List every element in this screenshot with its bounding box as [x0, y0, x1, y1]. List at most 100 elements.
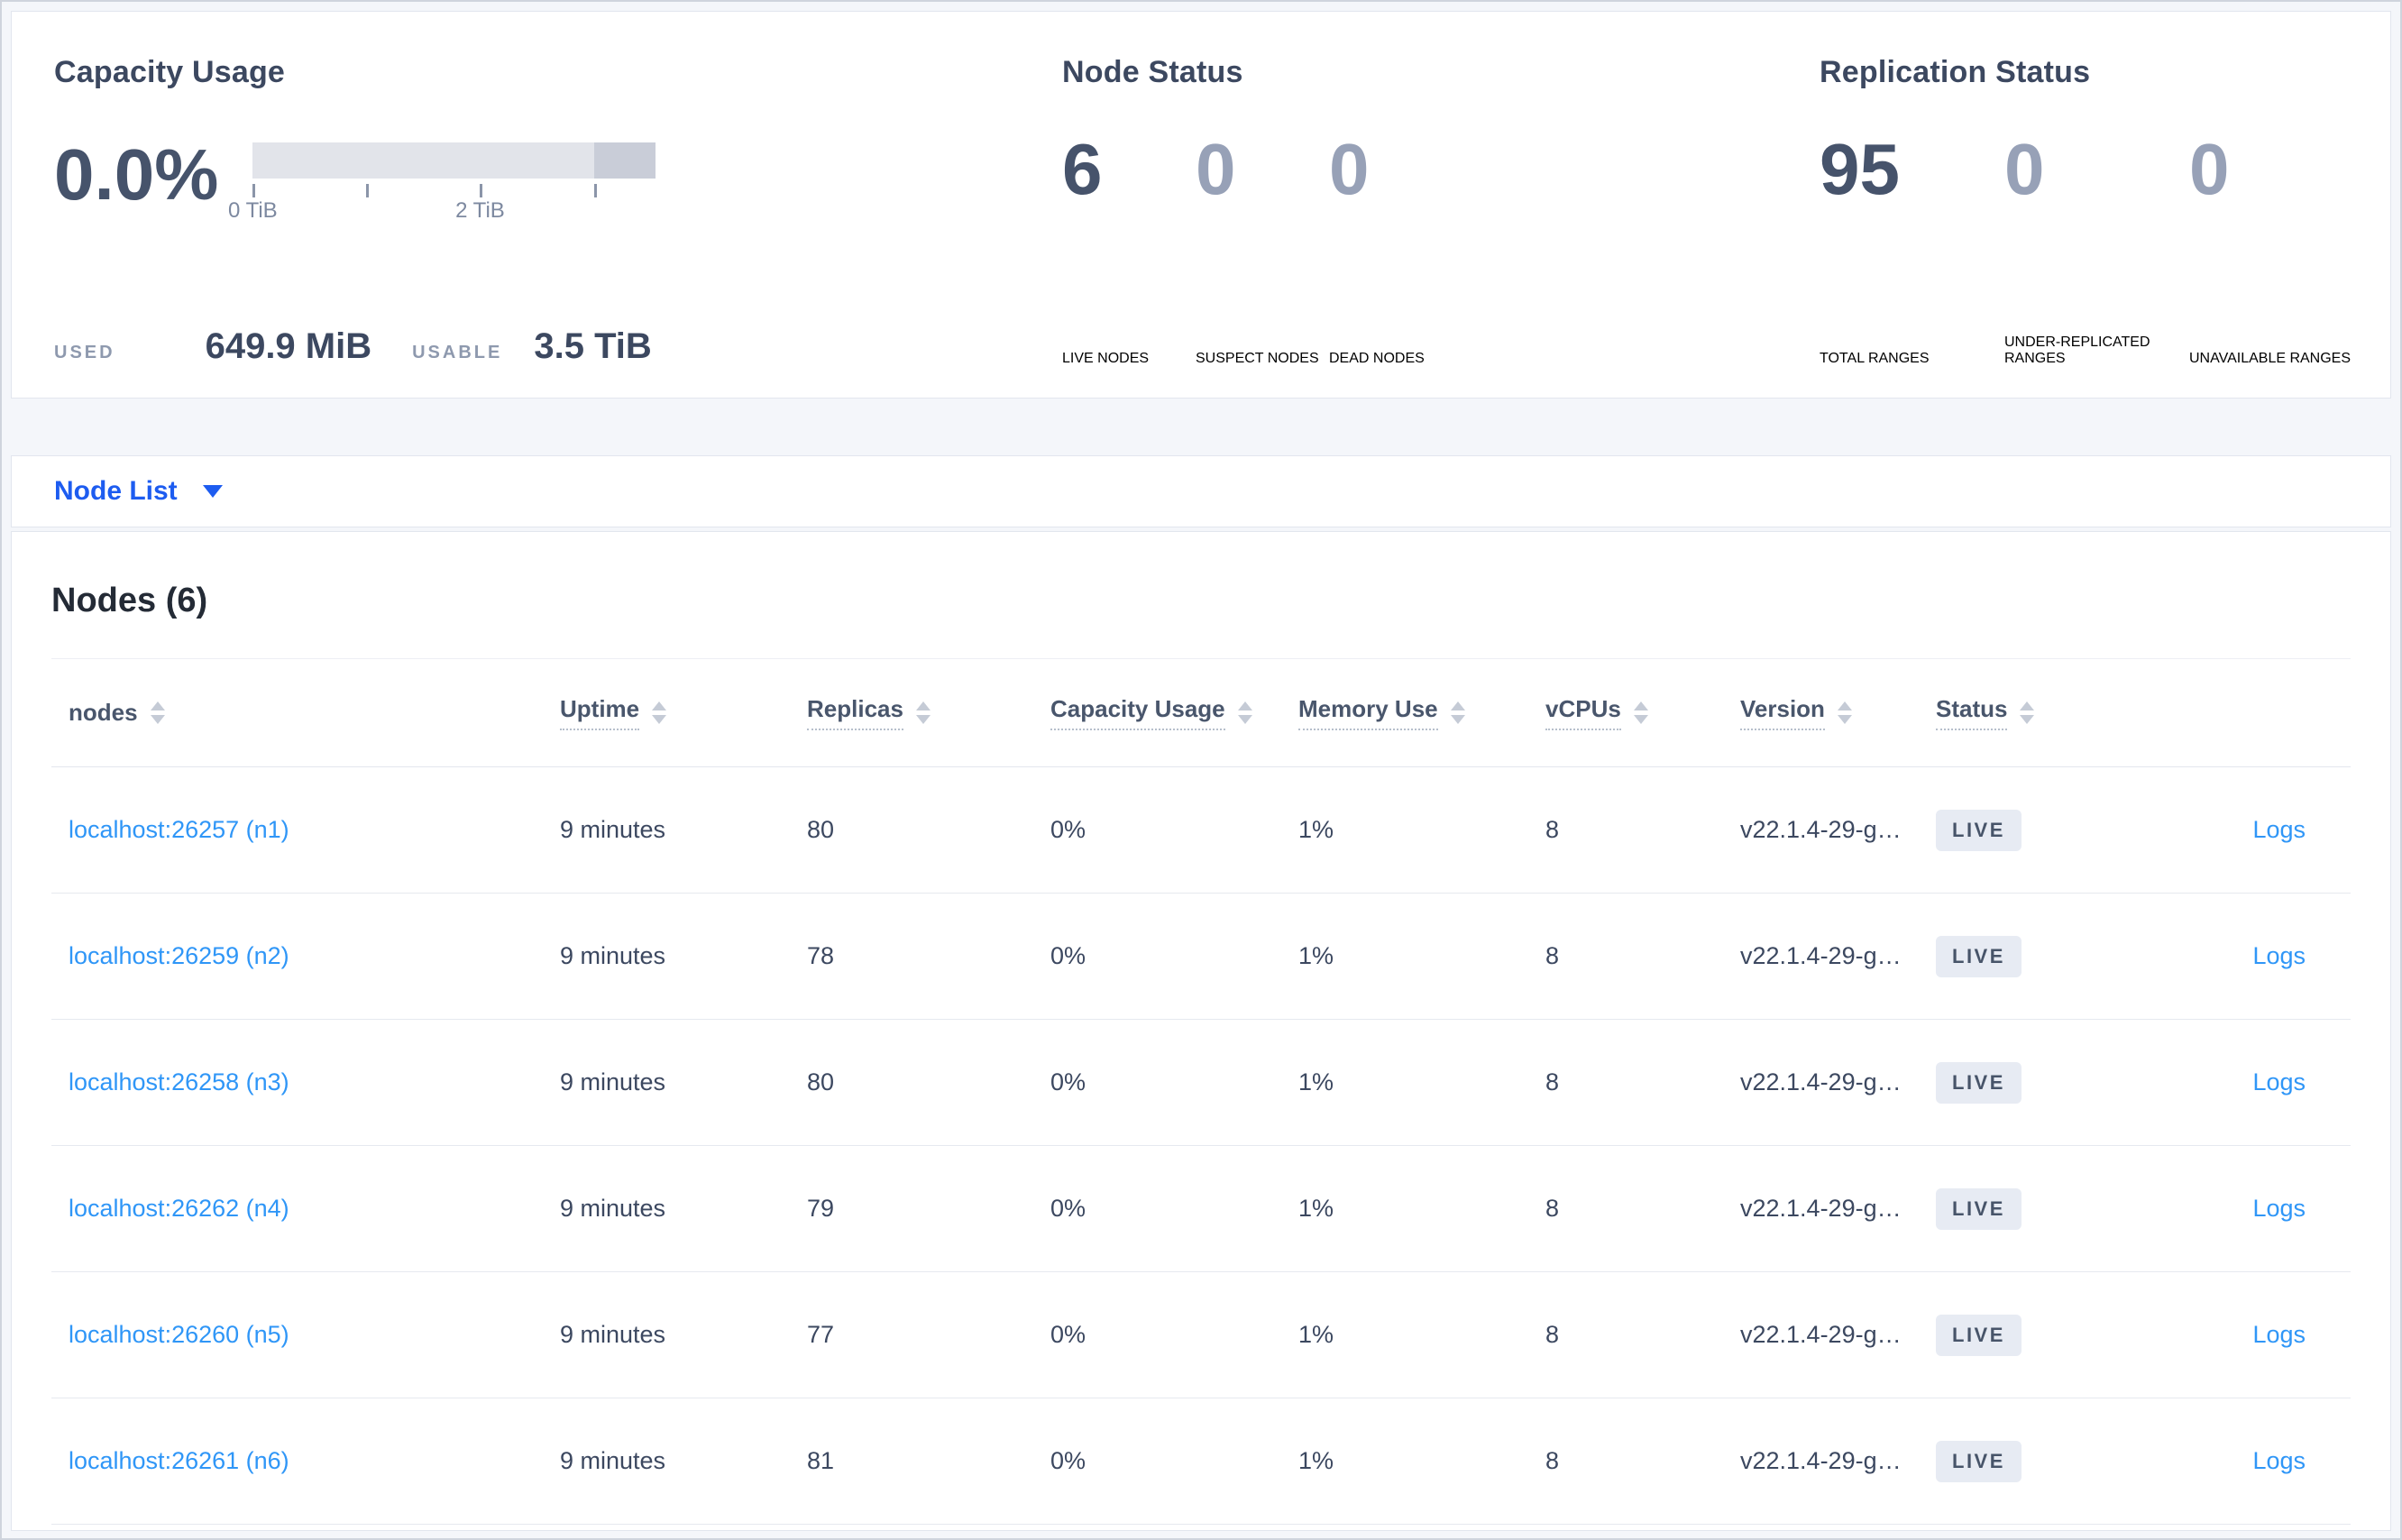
capacity-used-usable: USED 649.9 MiB USABLE 3.5 TiB	[54, 326, 652, 367]
sort-icon[interactable]	[1633, 701, 1648, 724]
suspect-nodes-label: SUSPECT NODES	[1196, 351, 1319, 366]
logs-link[interactable]: Logs	[2252, 1447, 2306, 1474]
column-header-uptime[interactable]: Uptime	[560, 658, 807, 767]
column-header-capacity-usage[interactable]: Capacity Usage	[1050, 658, 1298, 767]
uptime-cell: 9 minutes	[560, 766, 807, 894]
sort-icon[interactable]	[1837, 701, 1852, 724]
version-cell: v22.1.4-29-g…	[1740, 766, 1936, 894]
column-header-status[interactable]: Status	[1936, 658, 2132, 767]
memory-cell: 1%	[1298, 893, 1545, 1020]
tick-mark	[593, 184, 597, 197]
live-nodes-value: 6	[1062, 129, 1103, 209]
node-link[interactable]: localhost:26257 (n1)	[69, 816, 289, 843]
version-cell: v22.1.4-29-g…	[1740, 1271, 1936, 1398]
vcpus-cell: 8	[1545, 893, 1740, 1020]
memory-cell: 1%	[1298, 1145, 1545, 1272]
status-badge: LIVE	[1936, 809, 2022, 851]
logs-link[interactable]: Logs	[2252, 816, 2306, 843]
column-header-version[interactable]: Version	[1740, 658, 1936, 767]
node-link[interactable]: localhost:26259 (n2)	[69, 942, 289, 969]
usable-label: USABLE	[412, 343, 503, 362]
status-badge: LIVE	[1936, 1314, 2022, 1356]
used-value: 649.9 MiB	[205, 326, 372, 366]
replication-status-section: Replication Status 95 0 0 TOTAL RANGES U…	[1820, 55, 2390, 367]
replicas-cell: 79	[807, 1145, 1050, 1272]
memory-cell: 1%	[1298, 1019, 1545, 1146]
total-ranges-value: 95	[1820, 129, 1900, 209]
used-label: USED	[54, 343, 115, 362]
sort-icon[interactable]	[150, 701, 165, 724]
status-badge: LIVE	[1936, 935, 2022, 977]
cluster-summary-card: Capacity Usage 0.0% 0 TiB 2 TiB USED 649…	[11, 11, 2391, 399]
version-cell: v22.1.4-29-g…	[1740, 893, 1936, 1020]
capacity-bar	[252, 142, 656, 179]
node-link[interactable]: localhost:26261 (n6)	[69, 1447, 289, 1474]
vcpus-cell: 8	[1545, 766, 1740, 894]
total-ranges-label: TOTAL RANGES	[1820, 351, 1930, 366]
column-header-memory-use[interactable]: Memory Use	[1298, 658, 1545, 767]
suspect-nodes-value: 0	[1196, 129, 1236, 209]
vcpus-cell: 8	[1545, 1398, 1740, 1525]
column-header-replicas[interactable]: Replicas	[807, 658, 1050, 767]
under-replicated-ranges-label: UNDER-REPLICATED RANGES	[2004, 335, 2150, 366]
table-header-row: nodes Uptime Replicas Capacity Usage Mem…	[51, 658, 2351, 767]
capacity-cell: 0%	[1050, 1271, 1298, 1398]
sort-icon[interactable]	[915, 701, 931, 724]
tick-mark	[480, 184, 483, 197]
unavailable-ranges-value: 0	[2189, 129, 2230, 209]
node-link[interactable]: localhost:26258 (n3)	[69, 1068, 289, 1095]
sort-icon[interactable]	[1237, 701, 1252, 724]
version-cell: v22.1.4-29-g…	[1740, 1398, 1936, 1525]
node-link[interactable]: localhost:26260 (n5)	[69, 1321, 289, 1348]
capacity-cell: 0%	[1050, 893, 1298, 1020]
tick-label-2tib: 2 TiB	[455, 198, 505, 223]
version-cell: v22.1.4-29-g…	[1740, 1019, 1936, 1146]
status-badge: LIVE	[1936, 1440, 2022, 1482]
capacity-meter: 0 TiB 2 TiB	[228, 133, 656, 249]
view-selector-bar[interactable]: Node List	[11, 455, 2391, 527]
replicas-cell: 80	[807, 766, 1050, 894]
column-header-logs	[2132, 658, 2351, 767]
version-cell: v22.1.4-29-g…	[1740, 1145, 1936, 1272]
node-list-dropdown[interactable]: Node List	[54, 476, 178, 507]
replication-status-labels: TOTAL RANGES UNDER-REPLICATED RANGES UNA…	[1820, 335, 2390, 367]
uptime-cell: 9 minutes	[560, 1398, 807, 1525]
live-nodes-label: LIVE NODES	[1062, 351, 1150, 366]
node-status-title: Node Status	[1062, 55, 1243, 89]
capacity-cell: 0%	[1050, 1019, 1298, 1146]
capacity-used-percent: 0.0%	[54, 134, 219, 215]
tick-mark	[252, 184, 256, 197]
table-row: localhost:26259 (n2) 9 minutes 78 0% 1% …	[51, 893, 2351, 1020]
sort-icon[interactable]	[652, 701, 667, 724]
logs-link[interactable]: Logs	[2252, 1068, 2306, 1095]
uptime-cell: 9 minutes	[560, 1271, 807, 1398]
node-status-labels: LIVE NODES SUSPECT NODES DEAD NODES	[1062, 351, 1820, 367]
tick-label-0tib: 0 TiB	[227, 198, 278, 223]
chevron-down-icon[interactable]	[202, 485, 223, 498]
replicas-cell: 81	[807, 1398, 1050, 1525]
logs-link[interactable]: Logs	[2252, 1195, 2306, 1222]
sort-icon[interactable]	[2020, 701, 2035, 724]
capacity-usage-values: 0.0% 0 TiB 2 TiB	[54, 133, 1062, 249]
nodes-table-card: Nodes (6) nodes Uptime Replicas Capacity…	[11, 531, 2391, 1531]
logs-link[interactable]: Logs	[2252, 1321, 2306, 1348]
column-header-vcpus[interactable]: vCPUs	[1545, 658, 1740, 767]
uptime-cell: 9 minutes	[560, 893, 807, 1020]
tick-mark	[366, 184, 370, 197]
capacity-axis-labels: 0 TiB 2 TiB	[228, 198, 656, 224]
replicas-cell: 78	[807, 893, 1050, 1020]
node-link[interactable]: localhost:26262 (n4)	[69, 1195, 289, 1222]
uptime-cell: 9 minutes	[560, 1145, 807, 1272]
capacity-usage-title: Capacity Usage	[54, 55, 286, 89]
nodes-table: nodes Uptime Replicas Capacity Usage Mem…	[51, 658, 2351, 1525]
logs-link[interactable]: Logs	[2252, 942, 2306, 969]
capacity-usage-footer: USED 649.9 MiB USABLE 3.5 TiB	[54, 326, 1062, 367]
replicas-cell: 80	[807, 1019, 1050, 1146]
vcpus-cell: 8	[1545, 1019, 1740, 1146]
table-row: localhost:26258 (n3) 9 minutes 80 0% 1% …	[51, 1019, 2351, 1146]
sort-icon[interactable]	[1450, 701, 1465, 724]
node-status-values: 6 0 0	[1062, 133, 1820, 249]
replication-status-values: 95 0 0	[1820, 133, 2390, 249]
column-header-nodes[interactable]: nodes	[51, 658, 560, 767]
memory-cell: 1%	[1298, 1398, 1545, 1525]
